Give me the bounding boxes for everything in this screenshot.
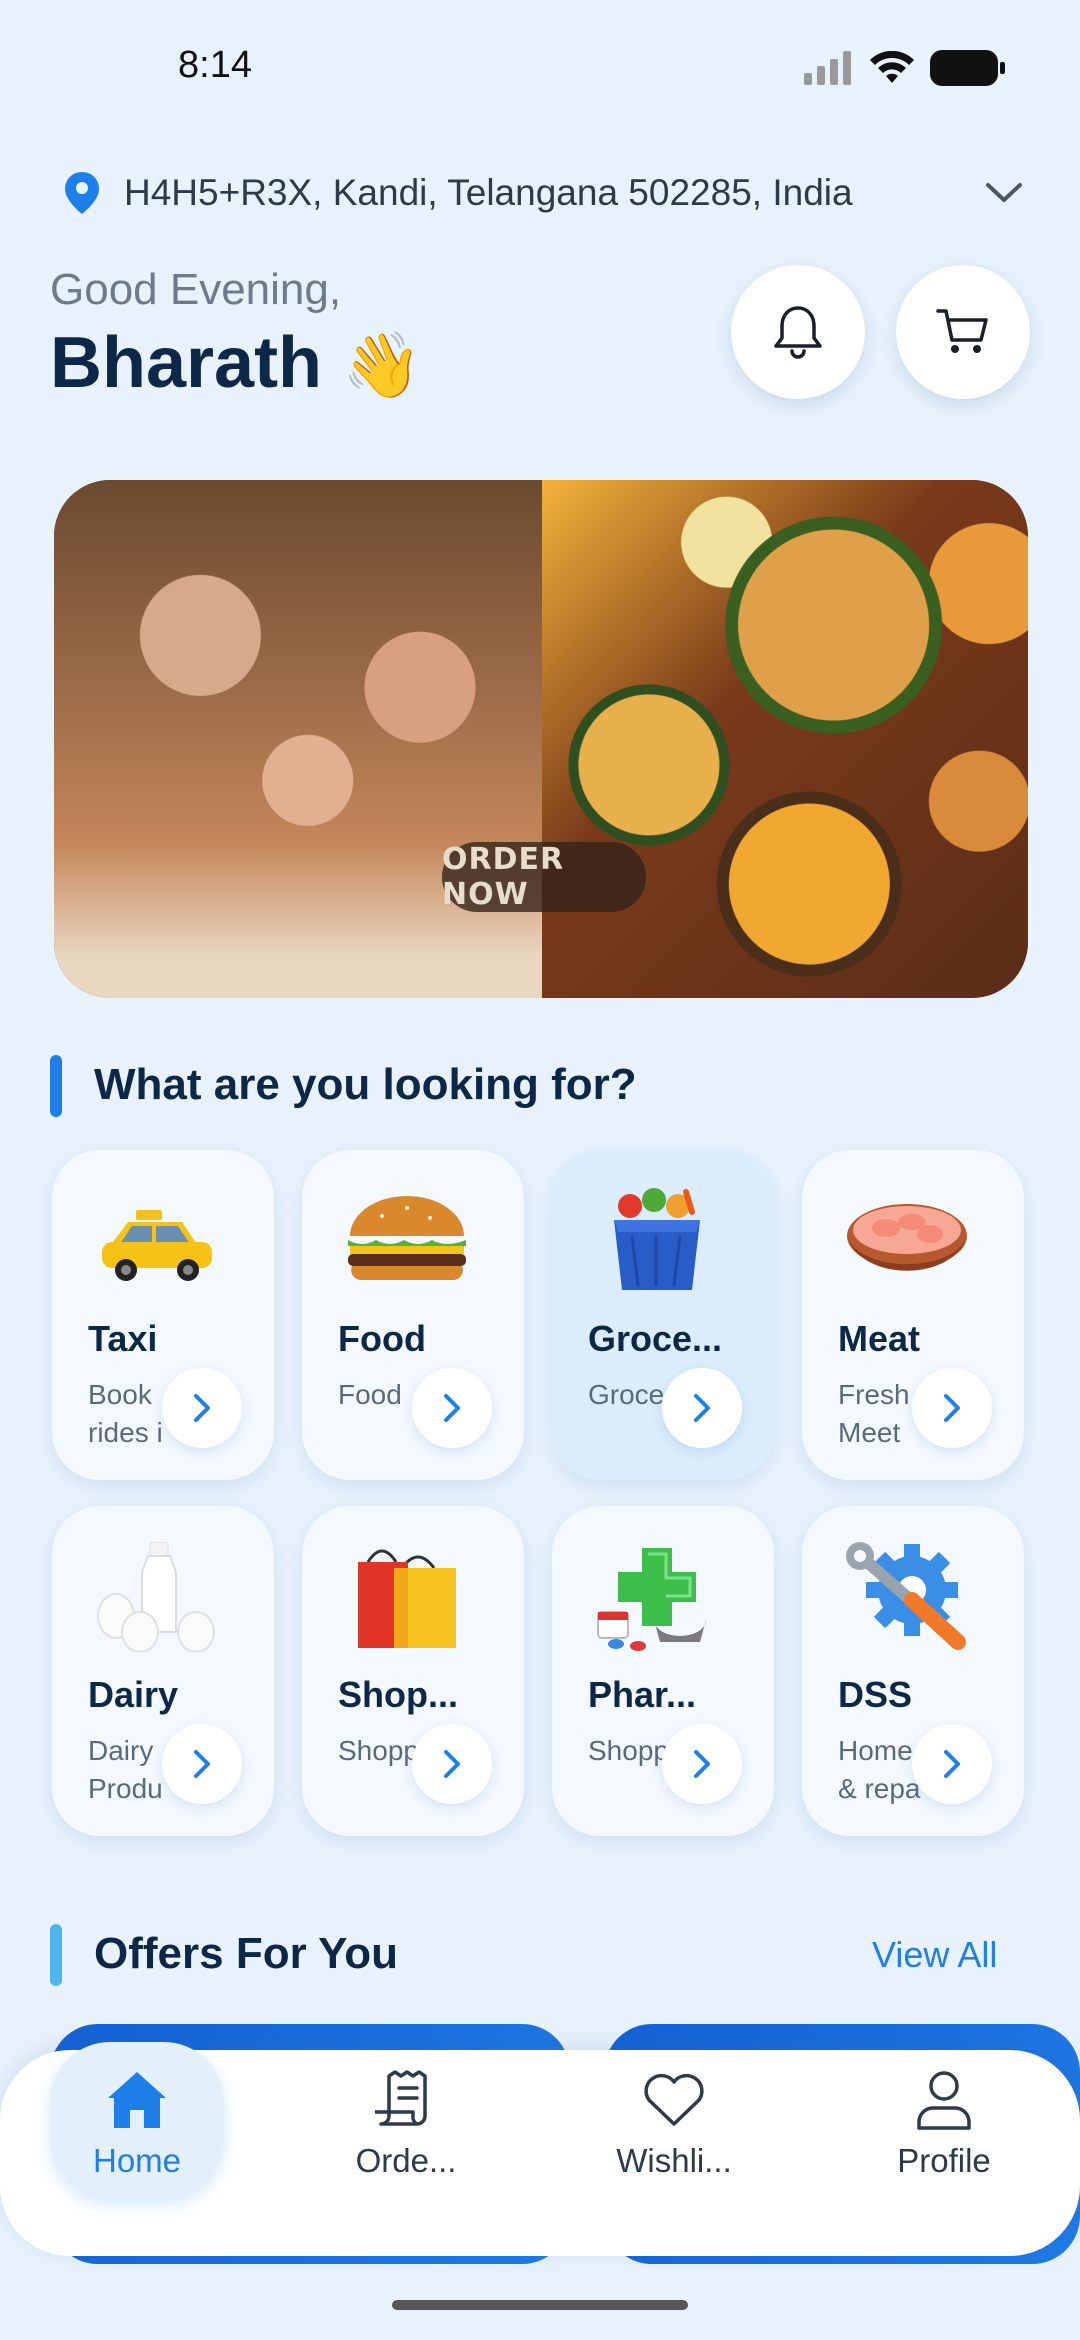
order-now-button[interactable]: ORDER NOW <box>442 842 646 912</box>
offers-section-title: Offers For You <box>94 1929 398 1978</box>
chevron-right-icon <box>444 1394 460 1422</box>
nav-label: Orde... <box>355 2142 457 2179</box>
promo-banner[interactable] <box>54 480 1028 998</box>
view-all-link[interactable]: View All <box>872 1934 997 1976</box>
battery-icon <box>930 50 1005 86</box>
nav-label: Home <box>92 2142 182 2179</box>
shopping-bags-icon <box>358 1549 456 1648</box>
looking-section-title: What are you looking for? <box>94 1060 637 1109</box>
category-card-dairy[interactable]: Dairy Dairy Produ <box>52 1506 274 1836</box>
nav-label: Profile <box>897 2142 991 2179</box>
nav-home[interactable]: Home <box>47 2050 227 2256</box>
banner-family-image <box>54 480 542 998</box>
category-arrow-button[interactable] <box>912 1724 992 1804</box>
nav-profile[interactable]: Profile <box>854 2050 1034 2256</box>
user-name: Bharath <box>50 323 323 403</box>
category-arrow-button[interactable] <box>412 1368 492 1448</box>
cart-icon <box>936 309 988 353</box>
category-title: Shop... <box>338 1674 458 1715</box>
grocery-basket-icon <box>614 1188 700 1290</box>
category-title: Food <box>338 1318 426 1359</box>
cart-button[interactable] <box>896 265 1030 399</box>
location-address: H4H5+R3X, Kandi, Telangana 502285, India <box>124 172 853 213</box>
wave-emoji: 👋 <box>342 329 422 401</box>
nav-label: Wishli... <box>616 2142 732 2179</box>
chevron-right-icon <box>944 1750 960 1778</box>
category-card-food[interactable]: Food Food <box>302 1150 524 1480</box>
heart-icon <box>644 2073 704 2126</box>
chevron-down-icon[interactable] <box>984 181 1024 205</box>
notifications-button[interactable] <box>731 265 865 399</box>
chevron-right-icon <box>444 1750 460 1778</box>
category-arrow-button[interactable] <box>912 1368 992 1448</box>
tools-icon <box>846 1542 966 1650</box>
category-title: Dairy <box>88 1674 179 1715</box>
category-card-pharmacy[interactable]: Phar... Shoppi <box>552 1506 774 1836</box>
bottom-nav-items: Home Orde... Wishli... Profile <box>0 2050 1080 2256</box>
nav-wishlist[interactable]: Wishli... <box>584 2050 764 2256</box>
home-icon <box>108 2072 166 2128</box>
category-title: Groce... <box>588 1318 723 1359</box>
burger-icon <box>348 1196 466 1281</box>
category-card-grocery[interactable]: Groce... Grocer <box>552 1150 774 1480</box>
chevron-right-icon <box>694 1394 710 1422</box>
meat-bowl-icon <box>847 1204 967 1271</box>
category-arrow-button[interactable] <box>662 1724 742 1804</box>
section-accent-bar <box>50 1055 62 1117</box>
orders-icon <box>375 2070 427 2126</box>
category-arrow-button[interactable] <box>162 1368 242 1448</box>
category-arrow-button[interactable] <box>162 1724 242 1804</box>
greeting-subtitle: Good Evening, <box>50 265 342 314</box>
category-title: Taxi <box>88 1318 158 1359</box>
chevron-right-icon <box>194 1394 210 1422</box>
status-icons <box>804 50 1006 86</box>
chevron-right-icon <box>194 1750 210 1778</box>
category-card-taxi[interactable]: Taxi Book rides i <box>52 1150 274 1480</box>
category-card-meat[interactable]: Meat Fresh Meet <box>802 1150 1024 1480</box>
nav-orders[interactable]: Orde... <box>316 2050 496 2256</box>
banner-food-image <box>542 480 1028 998</box>
greeting-name: Bharath 👋 <box>50 322 422 404</box>
section-accent-bar <box>50 1924 62 1986</box>
category-arrow-button[interactable] <box>412 1724 492 1804</box>
category-title: Meat <box>838 1318 921 1359</box>
location-selector[interactable]: H4H5+R3X, Kandi, Telangana 502285, India <box>64 168 1024 218</box>
chevron-right-icon <box>694 1750 710 1778</box>
signal-icon <box>804 51 851 85</box>
pharmacy-icon <box>597 1548 706 1651</box>
status-time: 8:14 <box>178 44 252 86</box>
dairy-icon <box>97 1542 215 1652</box>
category-title: DSS <box>838 1674 913 1715</box>
taxi-icon <box>102 1210 212 1281</box>
category-card-shopping[interactable]: Shop... Shoppi <box>302 1506 524 1836</box>
wifi-icon <box>870 51 914 83</box>
profile-icon <box>917 2071 971 2130</box>
home-indicator <box>392 2300 688 2310</box>
location-pin-icon <box>65 172 99 214</box>
category-arrow-button[interactable] <box>662 1368 742 1448</box>
category-card-dss[interactable]: DSS Home & repa <box>802 1506 1024 1836</box>
bell-icon <box>774 306 822 359</box>
chevron-right-icon <box>944 1394 960 1422</box>
category-title: Phar... <box>588 1674 697 1715</box>
